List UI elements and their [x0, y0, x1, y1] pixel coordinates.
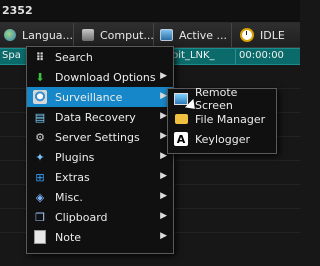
download-icon: ⬇ — [35, 70, 45, 84]
submenu-item-file-manager[interactable]: File Manager — [168, 109, 276, 129]
monitor-icon — [160, 29, 173, 41]
clock-icon — [240, 28, 254, 42]
menu-item-search[interactable]: ⠿ Search — [27, 47, 173, 67]
globe-icon — [4, 29, 16, 41]
extras-icon: ⊞ — [35, 170, 45, 184]
gear-icon: ⚙ — [35, 130, 45, 144]
submenu-arrow-icon: ▶ — [160, 211, 167, 221]
menu-item-misc[interactable]: ◈ Misc. ▶ — [27, 187, 173, 207]
submenu-arrow-icon: ▶ — [160, 71, 167, 81]
menu-item-label: Server Settings — [55, 130, 140, 144]
submenu-item-label: File Manager — [195, 112, 266, 126]
menu-item-plugins[interactable]: ✦ Plugins ▶ — [27, 147, 173, 167]
submenu-item-keylogger[interactable]: A Keylogger — [168, 129, 276, 149]
menu-item-label: Clipboard — [55, 210, 108, 224]
menu-item-data-recovery[interactable]: ▤ Data Recovery ▶ — [27, 107, 173, 127]
context-menu: ⠿ Search ⬇ Download Options ▶ Surveillan… — [26, 46, 174, 254]
submenu-arrow-icon: ▶ — [160, 91, 167, 101]
menu-item-extras[interactable]: ⊞ Extras ▶ — [27, 167, 173, 187]
submenu-arrow-icon: ▶ — [160, 171, 167, 181]
column-label-idle: IDLE — [260, 28, 285, 42]
submenu-arrow-icon: ▶ — [160, 111, 167, 121]
folder-icon — [174, 112, 188, 126]
menu-item-clipboard[interactable]: ❐ Clipboard ▶ — [27, 207, 173, 227]
submenu-arrow-icon: ▶ — [160, 151, 167, 161]
cell-name: Spa — [2, 50, 21, 61]
submenu-arrow-icon: ▶ — [160, 131, 167, 141]
plugins-icon: ✦ — [35, 150, 45, 164]
cell-idle: 00:00:00 — [239, 50, 284, 61]
remote-screen-icon — [174, 92, 188, 106]
surveillance-icon — [33, 90, 47, 104]
search-icon: ⠿ — [35, 50, 45, 64]
column-header-idle[interactable]: IDLE — [236, 23, 300, 47]
menu-item-label: Data Recovery — [55, 110, 136, 124]
title-bar: 2352 — [0, 0, 300, 23]
submenu-arrow-icon: ▶ — [160, 191, 167, 201]
menu-item-label: Surveillance — [55, 90, 123, 104]
menu-item-note[interactable]: Note ▶ — [27, 227, 173, 247]
clipboard-icon: ❐ — [35, 210, 45, 224]
note-icon — [33, 230, 47, 244]
submenu-item-remote-screen[interactable]: Remote Screen — [168, 86, 276, 112]
menu-item-label: Search — [55, 50, 93, 64]
column-label-language: Langua... — [22, 28, 74, 42]
submenu-item-label: Keylogger — [195, 132, 250, 146]
column-separator — [235, 49, 236, 64]
menu-item-download-options[interactable]: ⬇ Download Options ▶ — [27, 67, 173, 87]
data-recovery-icon: ▤ — [34, 110, 46, 124]
column-header-language[interactable]: Langua... — [0, 23, 74, 47]
menu-item-label: Plugins — [55, 150, 95, 164]
menu-item-server-settings[interactable]: ⚙ Server Settings ▶ — [27, 127, 173, 147]
column-header-computer[interactable]: Comput... — [78, 23, 154, 47]
menu-item-surveillance[interactable]: Surveillance ▶ — [27, 87, 173, 107]
menu-item-label: Misc. — [55, 190, 83, 204]
column-label-computer: Comput... — [100, 28, 154, 42]
submenu-arrow-icon: ▶ — [160, 231, 167, 241]
menu-item-label: Note — [55, 230, 82, 244]
column-label-active-window: Active ... — [179, 28, 228, 42]
column-header-bar: Langua... Comput... Active ... IDLE — [0, 23, 300, 48]
keylogger-icon: A — [174, 132, 188, 146]
window-title: 2352 — [2, 4, 33, 17]
surveillance-submenu: Remote Screen File Manager A Keylogger — [167, 86, 277, 154]
menu-item-label: Download Options — [55, 70, 156, 84]
column-header-active-window[interactable]: Active ... — [156, 23, 232, 47]
menu-item-label: Extras — [55, 170, 90, 184]
misc-icon: ◈ — [35, 190, 45, 204]
computer-icon — [82, 29, 94, 41]
